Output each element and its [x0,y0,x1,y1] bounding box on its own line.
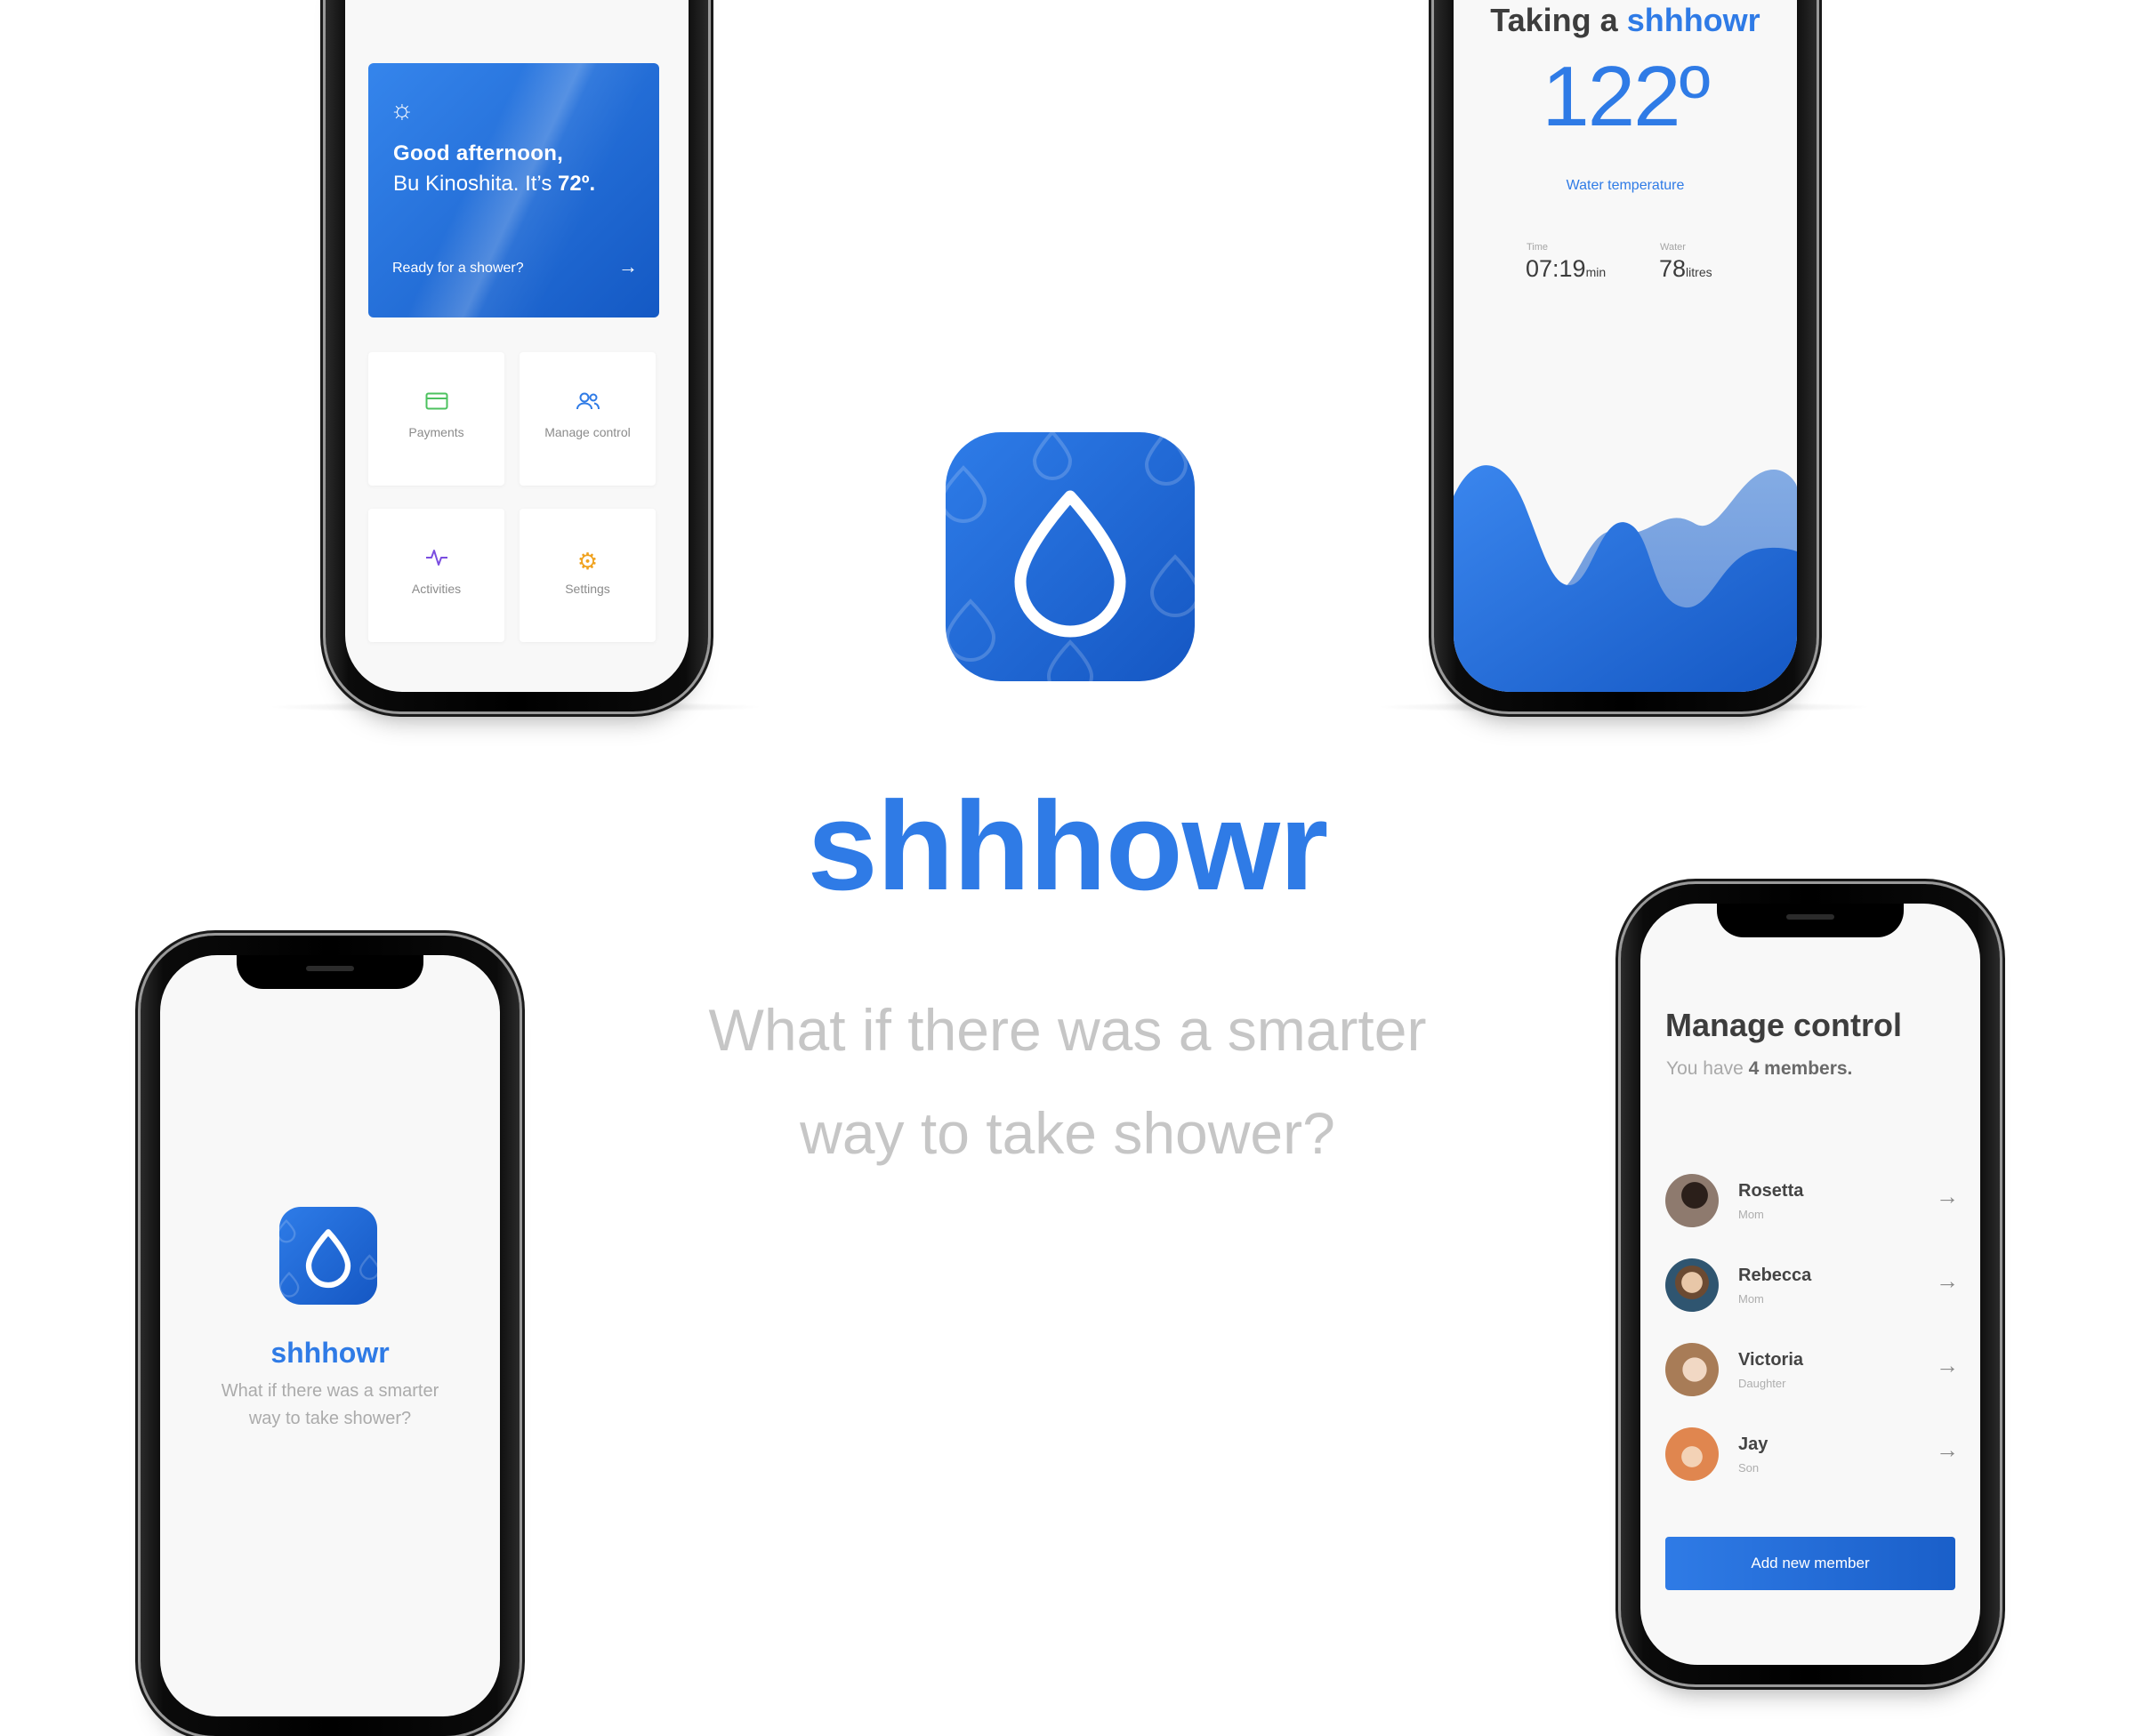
avatar [1665,1258,1719,1312]
avatar [1665,1427,1719,1481]
member-name: Jay [1738,1435,1768,1454]
member-role: Son [1738,1461,1760,1475]
tile-manage-control[interactable]: Manage control [520,352,656,486]
app-icon [946,432,1195,681]
tile-activities[interactable]: Activities [368,509,504,642]
water-temperature-label: Water temperature [1566,178,1685,193]
member-role: Daughter [1738,1377,1786,1390]
greeting-subtitle: Bu Kinoshita. It’s 72º. [393,172,596,196]
phone-notch [237,955,423,989]
arrow-right-icon[interactable]: → [1936,1436,1959,1464]
arrow-right-icon[interactable]: → [1936,1183,1959,1210]
member-row-victoria[interactable]: Victoria Daughter → [1665,1343,1959,1405]
arrow-right-icon[interactable]: → [618,255,638,278]
member-row-rebecca[interactable]: Rebecca Mom → [1665,1258,1959,1321]
member-name: Rosetta [1738,1181,1804,1201]
splash-brand-name: shhhowr [270,1337,390,1369]
manage-phone: Manage control You have 4 members. Roset… [1621,884,2000,1684]
tile-label: Payments [408,425,464,439]
member-row-rosetta[interactable]: Rosetta Mom → [1665,1174,1959,1236]
gear-icon: ⚙ [576,548,599,575]
member-row-jay[interactable]: Jay Son → [1665,1427,1959,1490]
phone-notch [1717,904,1904,937]
activity-icon [368,548,504,574]
water-stat: 78litres [1659,255,1712,282]
splash-app-icon [279,1207,377,1305]
member-role: Mom [1738,1292,1764,1306]
time-label: Time [1527,242,1549,253]
member-name: Rebecca [1738,1266,1812,1285]
splash-tagline-line2: way to take shower? [248,1409,412,1428]
water-drop-icon [946,432,1195,681]
arrow-right-icon[interactable]: → [1936,1267,1959,1295]
tile-payments[interactable]: Payments [368,352,504,486]
avatar [1665,1343,1719,1396]
water-flow-wave [1454,465,1797,692]
tile-label: Activities [411,582,462,596]
splash-screen: shhhowr What if there was a smarter way … [160,955,500,1716]
members-count: You have 4 members. [1666,1058,1853,1079]
splash-tagline-line1: What if there was a smarter [221,1381,439,1401]
tile-label: Manage control [544,425,631,439]
dashboard-phone: ☼ Good afternoon, Bu Kinoshita. It’s 72º… [326,0,708,711]
shower-prompt: Ready for a shower? [392,261,524,276]
avatar [1665,1174,1719,1227]
time-stat: 07:19min [1526,255,1607,282]
member-name: Victoria [1738,1350,1803,1370]
page-title: Manage control [1665,1007,1903,1043]
users-icon [520,391,656,417]
tile-settings[interactable]: ⚙ Settings [520,509,656,642]
sun-icon: ☼ [390,95,415,125]
shower-screen: Taking a shhhowr 122º Water temperature … [1454,0,1797,692]
water-label: Water [1660,242,1686,253]
member-role: Mom [1738,1208,1764,1221]
arrow-right-icon[interactable]: → [1936,1352,1959,1379]
shower-phone: Taking a shhhowr 122º Water temperature … [1434,0,1817,711]
dashboard-screen: ☼ Good afternoon, Bu Kinoshita. It’s 72º… [345,0,689,692]
splash-phone: shhhowr What if there was a smarter way … [141,936,520,1736]
add-new-member-button[interactable]: Add new member [1665,1537,1955,1590]
shower-title: Taking a shhhowr [1490,2,1760,38]
credit-card-icon [368,391,504,416]
greeting-card[interactable]: ☼ Good afternoon, Bu Kinoshita. It’s 72º… [368,63,659,317]
water-temperature-value: 122º [1542,49,1710,144]
tile-label: Settings [565,582,610,596]
manage-screen: Manage control You have 4 members. Roset… [1640,904,1980,1665]
water-drop-icon [279,1219,377,1298]
greeting-title: Good afternoon, [393,141,564,165]
